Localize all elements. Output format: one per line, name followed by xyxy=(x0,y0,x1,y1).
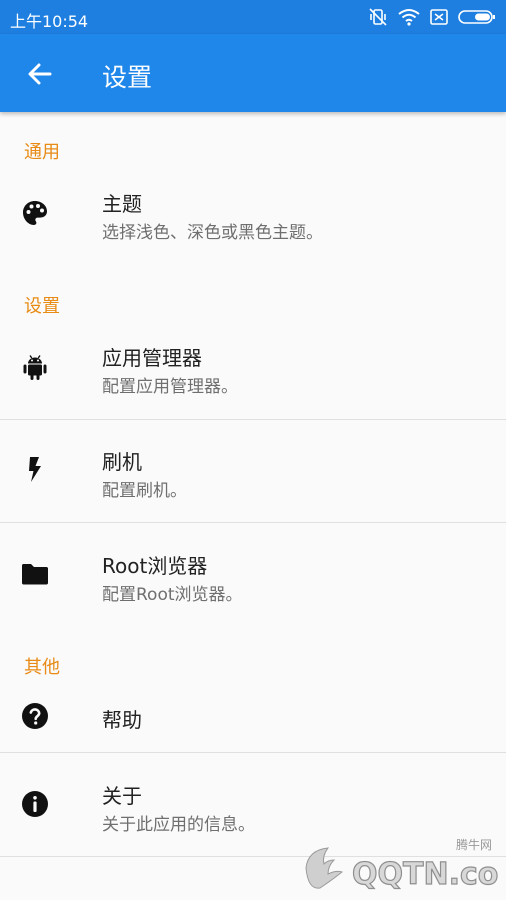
status-icons xyxy=(368,7,496,27)
app-bar: 设置 xyxy=(0,34,506,112)
help-circle-icon xyxy=(22,703,48,729)
sim-off-icon xyxy=(430,9,448,25)
status-bar: 上午10:54 xyxy=(0,0,506,34)
settings-item-title: 主题 xyxy=(102,192,142,216)
settings-item-title: 刷机 xyxy=(102,450,142,474)
settings-item-subtitle: 配置应用管理器。 xyxy=(102,377,238,397)
qqtn-logo-icon: QQTN.com xyxy=(305,847,498,893)
settings-item-subtitle: 配置刷机。 xyxy=(102,481,187,501)
settings-item-subtitle: 配置Root浏览器。 xyxy=(102,585,243,605)
watermark: 腾牛网 QQTN.com xyxy=(298,834,498,894)
section-header-general: 通用 xyxy=(24,142,60,163)
info-circle-icon xyxy=(22,791,48,817)
settings-item-subtitle: 关于此应用的信息。 xyxy=(102,815,255,835)
lightning-bolt-icon xyxy=(29,457,41,482)
battery-icon xyxy=(458,10,495,24)
settings-item-root-browser[interactable]: Root浏览器 配置Root浏览器。 xyxy=(0,523,506,623)
folder-icon xyxy=(22,564,48,585)
settings-item-flash[interactable]: 刷机 配置刷机。 xyxy=(0,420,506,522)
settings-item-subtitle: 选择浅色、深色或黑色主题。 xyxy=(102,223,323,243)
section-header-other: 其他 xyxy=(24,657,60,678)
settings-item-app-manager[interactable]: 应用管理器 配置应用管理器。 xyxy=(0,332,506,418)
settings-item-title: 帮助 xyxy=(102,708,142,732)
section-header-settings: 设置 xyxy=(24,296,60,317)
settings-item-theme[interactable]: 主题 选择浅色、深色或黑色主题。 xyxy=(0,178,506,256)
palette-icon xyxy=(23,201,47,225)
settings-item-title: 应用管理器 xyxy=(102,346,202,370)
page-title: 设置 xyxy=(102,63,153,92)
vibrate-off-icon xyxy=(369,8,387,26)
svg-text:QQTN.com: QQTN.com xyxy=(352,857,498,892)
settings-item-help[interactable]: 帮助 xyxy=(0,684,506,752)
settings-item-title: 关于 xyxy=(102,784,142,808)
back-arrow-icon[interactable] xyxy=(26,60,54,88)
wifi-icon xyxy=(398,9,420,26)
status-time: 上午10:54 xyxy=(10,12,89,31)
settings-item-title: Root浏览器 xyxy=(102,554,208,578)
android-icon xyxy=(23,355,47,380)
